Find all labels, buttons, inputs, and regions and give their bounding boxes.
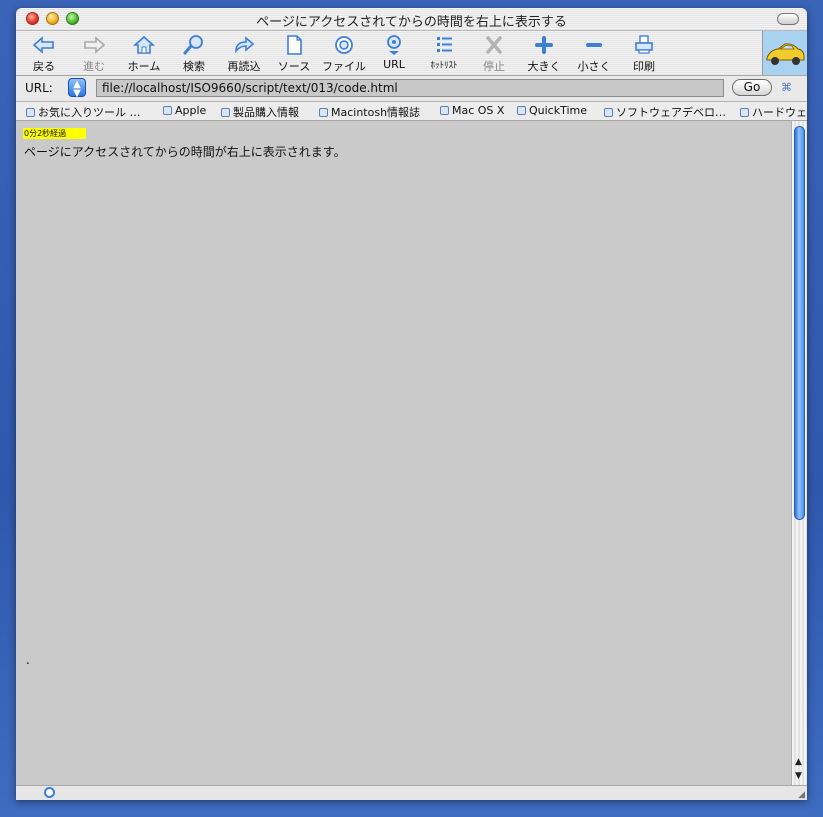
search-icon — [183, 35, 203, 55]
source-label: ソース — [277, 60, 311, 73]
home-label: ホーム — [127, 60, 161, 73]
connection-status-icon — [44, 787, 55, 798]
status-bar: ◢ — [16, 785, 807, 800]
folder-icon — [26, 108, 35, 117]
back-label: 戻る — [33, 60, 55, 73]
reload-icon — [235, 36, 255, 54]
file-button[interactable]: ファイル — [321, 33, 367, 74]
favorite-item[interactable]: Apple — [163, 104, 206, 117]
url-label-text: URL — [383, 58, 405, 71]
print-button[interactable]: 印刷 — [621, 33, 667, 74]
larger-label: 大きく — [527, 60, 561, 73]
list-icon — [437, 37, 452, 52]
window-title: ページにアクセスされてからの時間を右上に表示する — [256, 15, 567, 30]
address-bar: URL: ▲ ▼ file://localhost/ISO9660/script/… — [16, 76, 807, 102]
page-holder-icon[interactable]: ⌘ — [781, 81, 792, 94]
search-button[interactable]: 検索 — [171, 33, 217, 74]
stop-button[interactable]: 停止 — [471, 33, 517, 74]
browser-logo[interactable] — [762, 31, 807, 75]
folder-icon — [517, 106, 526, 115]
back-arrow-icon — [32, 36, 54, 54]
favorite-item[interactable]: 製品購入情報 — [221, 104, 299, 120]
source-button[interactable]: ソース — [271, 33, 317, 74]
reload-label: 再読込 — [227, 60, 261, 73]
stop-x-icon — [486, 36, 502, 54]
forward-button[interactable]: 進む — [71, 33, 117, 74]
browser-window: ページにアクセスされてからの時間を右上に表示する 戻る 進む ホーム 検索 再読… — [16, 8, 807, 800]
toolbar: 戻る 進む ホーム 検索 再読込 ソース ファイル URL ﾎｯﾄﾘｽﾄ 停止 … — [16, 31, 807, 76]
url-button[interactable]: URL — [371, 33, 417, 71]
scroll-down-arrow-icon[interactable]: ▼ — [795, 771, 802, 781]
back-button[interactable]: 戻る — [21, 33, 67, 74]
title-bar[interactable]: ページにアクセスされてからの時間を右上に表示する — [16, 8, 807, 31]
folder-icon — [221, 108, 230, 117]
favorite-item[interactable]: QuickTime — [517, 104, 587, 117]
reload-button[interactable]: 再読込 — [221, 33, 267, 74]
folder-icon — [319, 108, 328, 117]
page-icon — [440, 106, 449, 115]
go-button[interactable]: Go — [732, 79, 772, 96]
favorite-item[interactable]: ハードウェ — [740, 104, 807, 120]
target-icon — [335, 36, 353, 54]
printer-icon — [635, 35, 653, 54]
folder-icon — [604, 108, 613, 117]
favorites-bar: お気に入りツール … Apple 製品購入情報 Macintosh情報誌 Mac… — [16, 102, 807, 121]
favorite-item[interactable]: Mac OS X — [440, 104, 504, 117]
up-down-arrows-icon: ▲ ▼ — [73, 79, 81, 99]
folder-icon — [163, 106, 172, 115]
favorite-item[interactable]: Macintosh情報誌 — [319, 104, 420, 120]
scrollbar-thumb[interactable] — [794, 126, 805, 520]
home-button[interactable]: ホーム — [121, 33, 167, 74]
hotlist-label: ﾎｯﾄﾘｽﾄ — [430, 61, 458, 71]
hotlist-button[interactable]: ﾎｯﾄﾘｽﾄ — [421, 33, 467, 71]
minus-icon — [586, 43, 602, 47]
folder-icon — [740, 108, 749, 117]
larger-text-button[interactable]: 大きく — [521, 33, 567, 74]
favorite-item[interactable]: お気に入りツール … — [26, 104, 141, 120]
vertical-scrollbar[interactable]: ▲ ▼ — [791, 121, 807, 785]
search-label: 検索 — [183, 60, 205, 73]
url-field-label: URL: — [25, 81, 53, 95]
url-history-menu[interactable]: ▲ ▼ — [68, 78, 86, 99]
page-content: 0分2秒経過 ページにアクセスされてからの時間が右上に表示されます。 . — [16, 121, 791, 785]
smaller-label: 小さく — [577, 60, 611, 73]
elapsed-time-display: 0分2秒経過 — [23, 128, 86, 139]
plus-icon — [535, 36, 553, 54]
stop-label: 停止 — [483, 60, 505, 73]
page-dot: . — [26, 653, 30, 667]
document-icon — [287, 35, 302, 55]
toolbar-toggle-button[interactable] — [777, 13, 799, 25]
car-logo-icon — [766, 43, 805, 65]
scroll-up-arrow-icon[interactable]: ▲ — [795, 757, 802, 767]
url-input[interactable]: file://localhost/ISO9660/script/text/013… — [96, 79, 724, 97]
resize-grip-icon[interactable]: ◢ — [798, 790, 805, 800]
forward-label: 進む — [83, 60, 105, 73]
smaller-text-button[interactable]: 小さく — [571, 33, 617, 74]
page-description: ページにアクセスされてからの時間が右上に表示されます。 — [24, 145, 346, 159]
print-label: 印刷 — [633, 60, 655, 73]
favorite-item[interactable]: ソフトウェアデベロ… — [604, 104, 726, 120]
file-label: ファイル — [322, 60, 366, 73]
globe-pin-icon — [387, 35, 401, 55]
forward-arrow-icon — [84, 36, 106, 54]
home-icon — [132, 35, 156, 54]
